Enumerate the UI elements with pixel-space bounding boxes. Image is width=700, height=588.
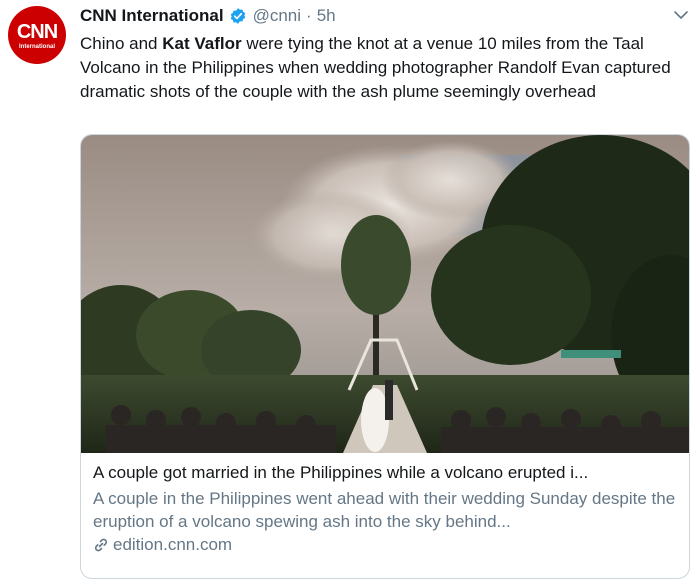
- card-title[interactable]: A couple got married in the Philippines …: [93, 461, 677, 484]
- card-image: [81, 135, 689, 453]
- tweet-text: Chino and Kat Vaflor were tying the knot…: [80, 32, 692, 104]
- card-link[interactable]: edition.cnn.com: [93, 535, 677, 555]
- tweet-text-part1: Chino and: [80, 34, 163, 53]
- chevron-down-icon[interactable]: [674, 10, 688, 20]
- avatar[interactable]: CNN International: [8, 6, 66, 64]
- tweet[interactable]: CNN International CNN International @cnn…: [0, 0, 700, 588]
- tweet-text-mention[interactable]: Kat Vaflor: [162, 34, 241, 53]
- account-name[interactable]: CNN International: [80, 6, 224, 26]
- card-body: A couple got married in the Philippines …: [93, 461, 677, 555]
- avatar-sub: International: [18, 44, 55, 50]
- link-card[interactable]: A couple got married in the Philippines …: [80, 134, 690, 579]
- card-domain[interactable]: edition.cnn.com: [113, 535, 232, 555]
- tweet-header: CNN International @cnni · 5h: [80, 6, 336, 26]
- link-icon: [94, 538, 108, 552]
- separator-dot: ·: [306, 6, 312, 25]
- account-handle[interactable]: @cnni: [253, 6, 301, 26]
- card-description: A couple in the Philippines went ahead w…: [93, 489, 676, 531]
- avatar-logo: CNN: [16, 21, 58, 43]
- verified-badge-icon: [230, 8, 245, 24]
- tweet-time[interactable]: 5h: [317, 6, 336, 26]
